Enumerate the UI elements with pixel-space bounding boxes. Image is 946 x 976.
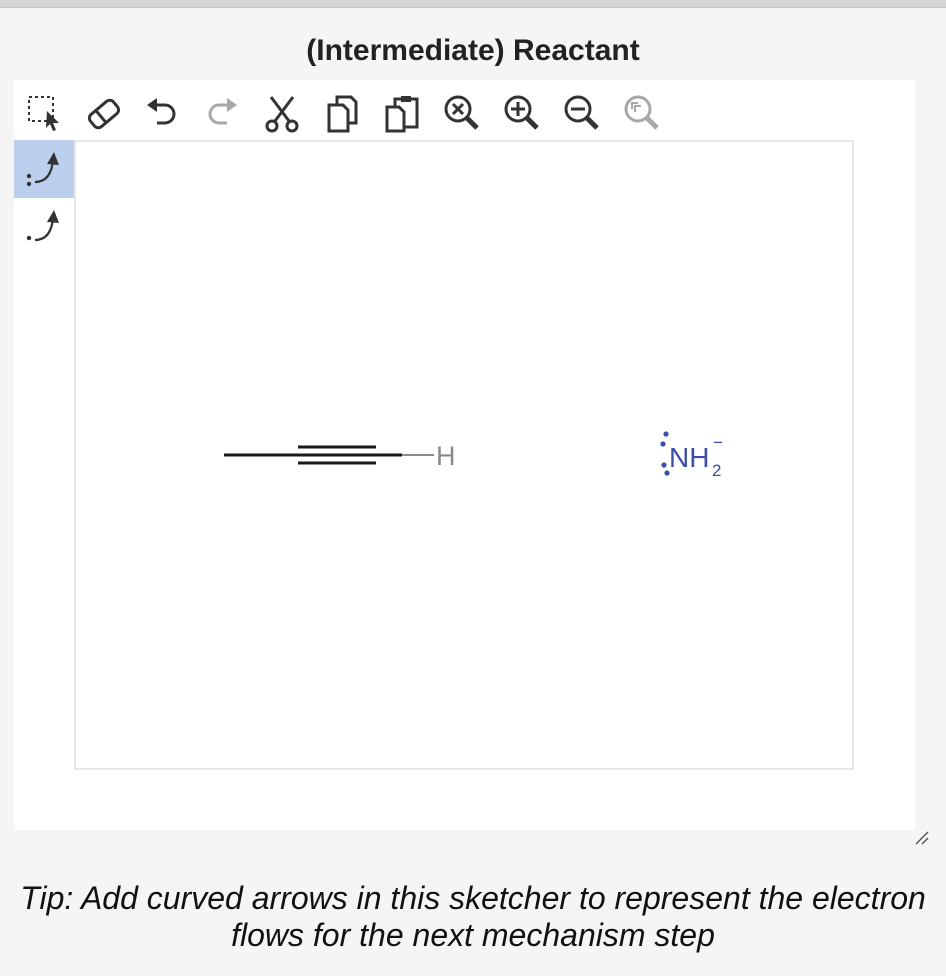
- zoom-fit-icon: [624, 95, 659, 130]
- panel-title: (Intermediate) Reactant: [306, 34, 640, 67]
- zoom-in-button[interactable]: [496, 90, 548, 138]
- hydrogen-atom-label: H: [436, 441, 456, 471]
- arrow-tools-sidebar: [14, 140, 74, 260]
- window-top-border: [0, 0, 946, 8]
- single-electron-arrow-icon: [26, 210, 59, 242]
- select-icon: [28, 96, 59, 131]
- drawing-canvas[interactable]: H NH 2 −: [74, 140, 854, 770]
- resize-grip-icon[interactable]: [912, 828, 932, 848]
- redo-icon: [208, 98, 237, 125]
- select-tool-button[interactable]: [20, 90, 72, 138]
- zoom-out-button[interactable]: [556, 90, 608, 138]
- electron-pair-arrow-button[interactable]: [14, 140, 74, 198]
- molecule-sketcher: H NH 2 −: [14, 80, 915, 830]
- paste-button[interactable]: [376, 90, 428, 138]
- single-electron-arrow-button[interactable]: [14, 198, 74, 256]
- redo-button[interactable]: [196, 90, 248, 138]
- amide-label: NH: [669, 442, 709, 473]
- paste-icon: [385, 96, 419, 133]
- zoom-clear-button[interactable]: [436, 90, 488, 138]
- amide-anion: NH 2 −: [660, 431, 723, 480]
- amide-subscript: 2: [712, 461, 721, 480]
- tip-line-2: flows for the next mechanism step: [231, 917, 715, 953]
- zoom-clear-icon: [444, 95, 479, 130]
- molecule-drawing: H NH 2 −: [224, 431, 723, 480]
- lone-pair-dot: [660, 441, 666, 447]
- undo-icon: [147, 98, 176, 125]
- zoom-in-icon: [504, 95, 539, 130]
- eraser-icon: [87, 98, 121, 130]
- cut-icon: [265, 96, 299, 133]
- amide-charge: −: [713, 433, 723, 452]
- undo-button[interactable]: [136, 90, 188, 138]
- tip-line-1: Tip: Add curved arrows in this sketcher …: [20, 880, 926, 916]
- zoom-out-icon: [564, 95, 599, 130]
- electron-pair-arrow-icon: [26, 152, 59, 187]
- cut-button[interactable]: [256, 90, 308, 138]
- lone-pair-dot: [661, 462, 667, 468]
- tip-text: Tip: Add curved arrows in this sketcher …: [0, 880, 946, 954]
- copy-button[interactable]: [316, 90, 368, 138]
- zoom-fit-button[interactable]: [616, 90, 668, 138]
- triple-bond: [298, 445, 376, 465]
- sketcher-toolbar: [14, 90, 915, 140]
- eraser-tool-button[interactable]: [78, 90, 130, 138]
- copy-icon: [327, 95, 358, 133]
- lone-pair-dot: [663, 431, 669, 437]
